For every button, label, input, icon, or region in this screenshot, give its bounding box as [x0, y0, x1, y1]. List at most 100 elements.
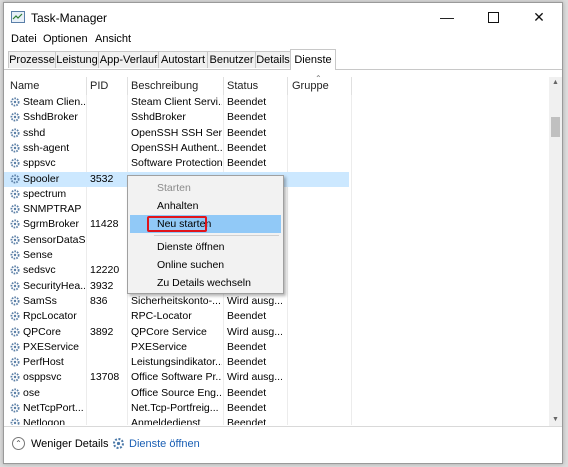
service-name: sppsvc — [23, 157, 56, 170]
table-row[interactable]: ssh-agent OpenSSH Authent... Beendet — [4, 141, 349, 156]
fewer-details-button[interactable]: Weniger Details — [31, 438, 108, 450]
service-status: Wird ausg... — [227, 325, 282, 338]
context-menu-item-zu-details-wechseln[interactable]: Zu Details wechseln — [130, 274, 281, 292]
table-row[interactable]: ose Office Source Eng... Beendet — [4, 386, 349, 401]
service-description: SshdBroker — [131, 111, 186, 124]
service-name: Spooler — [23, 172, 60, 185]
context-menu: Starten Anhalten Neu starten Dienste öffnen… — [127, 175, 284, 294]
column-divider[interactable] — [127, 77, 128, 95]
table-row[interactable]: sppsvc Software Protection Beendet — [4, 156, 349, 171]
service-name: SshdBroker — [23, 111, 78, 124]
task-manager-icon — [11, 11, 25, 23]
service-description: RPC-Locator — [131, 310, 192, 323]
service-description: OpenSSH Authent... — [131, 141, 222, 154]
collapse-chevron-icon[interactable]: ⌃ — [12, 437, 25, 450]
context-menu-item-starten[interactable]: Starten — [130, 179, 281, 197]
table-row[interactable]: Netlogon Anmeldedienst Beendet — [4, 416, 349, 425]
close-icon: ✕ — [533, 8, 545, 25]
tab-bar: Prozesse Leistung App-Verlauf Autostart … — [4, 49, 562, 70]
service-pid: 3532 — [90, 172, 114, 185]
menu-ansicht[interactable]: Ansicht — [95, 33, 131, 45]
table-row[interactable]: Steam Clien... Steam Client Servi... Beend… — [4, 95, 349, 110]
tab-leistung[interactable]: Leistung — [55, 51, 99, 68]
table-row[interactable]: RpcLocator RPC-Locator Beendet — [4, 309, 349, 324]
column-divider[interactable] — [86, 77, 87, 95]
service-name: Sense — [23, 249, 53, 261]
service-description: Office Source Eng... — [131, 386, 222, 399]
service-pid: 11428 — [90, 218, 119, 231]
service-gear-icon — [10, 372, 20, 382]
service-name: Steam Clien... — [23, 96, 85, 108]
close-button[interactable]: ✕ — [516, 3, 562, 31]
service-name: SamSs — [23, 294, 57, 307]
table-row[interactable]: NetTcpPort... Net.Tcp-Portfreig... Beendet — [4, 401, 349, 416]
column-status[interactable]: Status — [227, 80, 258, 92]
service-name: sshd — [23, 126, 46, 139]
window-title: Task-Manager — [31, 11, 108, 25]
menu-datei[interactable]: Datei — [11, 33, 37, 45]
service-description: Office Software Pr... — [131, 371, 222, 384]
scroll-thumb[interactable] — [551, 117, 560, 137]
service-gear-icon — [10, 296, 20, 306]
service-status: Beendet — [227, 157, 267, 170]
tab-app-verlauf[interactable]: App-Verlauf — [98, 51, 159, 68]
context-menu-item-anhalten[interactable]: Anhalten — [130, 197, 281, 215]
table-row[interactable]: SshdBroker SshdBroker Beendet — [4, 110, 349, 125]
service-description: Software Protection — [131, 157, 222, 170]
table-row[interactable]: sshd OpenSSH SSH Ser... Beendet — [4, 126, 349, 141]
footer-bar: ⌃ Weniger Details Dienste öffnen — [4, 426, 562, 463]
menu-optionen[interactable]: Optionen — [43, 33, 88, 45]
minimize-button[interactable]: — — [424, 3, 470, 31]
service-status: Beendet — [227, 340, 267, 353]
service-name: QPCore — [23, 325, 61, 338]
tab-details[interactable]: Details — [255, 51, 291, 68]
service-status: Beendet — [227, 417, 267, 425]
scroll-down-icon[interactable]: ▼ — [549, 414, 562, 426]
service-status: Wird ausg... — [227, 371, 282, 384]
service-gear-icon — [10, 281, 20, 291]
service-pid: 3892 — [90, 325, 114, 338]
scroll-up-icon[interactable]: ▲ — [549, 77, 562, 89]
service-pid: 12220 — [90, 264, 120, 277]
column-name[interactable]: Name — [10, 80, 39, 92]
service-gear-icon — [10, 204, 20, 214]
service-gear-icon — [10, 250, 20, 260]
service-status: Beendet — [227, 96, 267, 108]
tab-benutzer[interactable]: Benutzer — [207, 51, 256, 68]
service-status: Beendet — [227, 111, 267, 124]
table-row[interactable]: SamSs 836 Sicherheitskonto-... Wird ausg... — [4, 294, 349, 309]
vertical-scrollbar[interactable]: ▲ ▼ — [549, 77, 562, 426]
service-status: Beendet — [227, 126, 267, 139]
tab-autostart[interactable]: Autostart — [158, 51, 208, 68]
column-divider[interactable] — [223, 77, 224, 95]
service-description: OpenSSH SSH Ser... — [131, 126, 222, 139]
service-name: RpcLocator — [23, 310, 77, 323]
context-menu-separator — [154, 235, 279, 236]
table-row[interactable]: QPCore 3892 QPCore Service Wird ausg... — [4, 325, 349, 340]
table-row[interactable]: osppsvc 13708 Office Software Pr... Wird au… — [4, 370, 349, 385]
tab-prozesse[interactable]: Prozesse — [8, 51, 56, 68]
column-divider[interactable] — [287, 77, 288, 95]
open-services-link[interactable]: Dienste öffnen — [129, 438, 200, 450]
column-group[interactable]: Gruppe — [292, 80, 329, 92]
context-menu-item-online-suchen[interactable]: Online suchen — [130, 256, 281, 274]
service-description: Leistungsindikator... — [131, 356, 222, 369]
service-name: spectrum — [23, 187, 67, 200]
table-row[interactable]: PerfHost Leistungsindikator... Beendet — [4, 355, 349, 370]
highlight-box — [147, 216, 207, 232]
column-pid[interactable]: PID — [90, 80, 108, 92]
maximize-button[interactable] — [470, 3, 516, 31]
service-name: PXEService — [23, 340, 80, 353]
column-description[interactable]: Beschreibung — [131, 80, 198, 92]
context-menu-item-dienste-öffnen[interactable]: Dienste öffnen — [130, 238, 281, 256]
service-gear-icon — [10, 418, 20, 425]
column-divider[interactable] — [351, 77, 352, 95]
tab-dienste[interactable]: Dienste — [290, 49, 336, 70]
service-gear-icon — [10, 327, 20, 337]
service-name: Netlogon — [23, 417, 66, 425]
service-status: Wird ausg... — [227, 294, 282, 307]
service-name: ssh-agent — [23, 141, 70, 154]
table-row[interactable]: PXEService PXEService Beendet — [4, 340, 349, 355]
service-pid: 3932 — [90, 279, 114, 292]
service-gear-icon — [10, 158, 20, 168]
